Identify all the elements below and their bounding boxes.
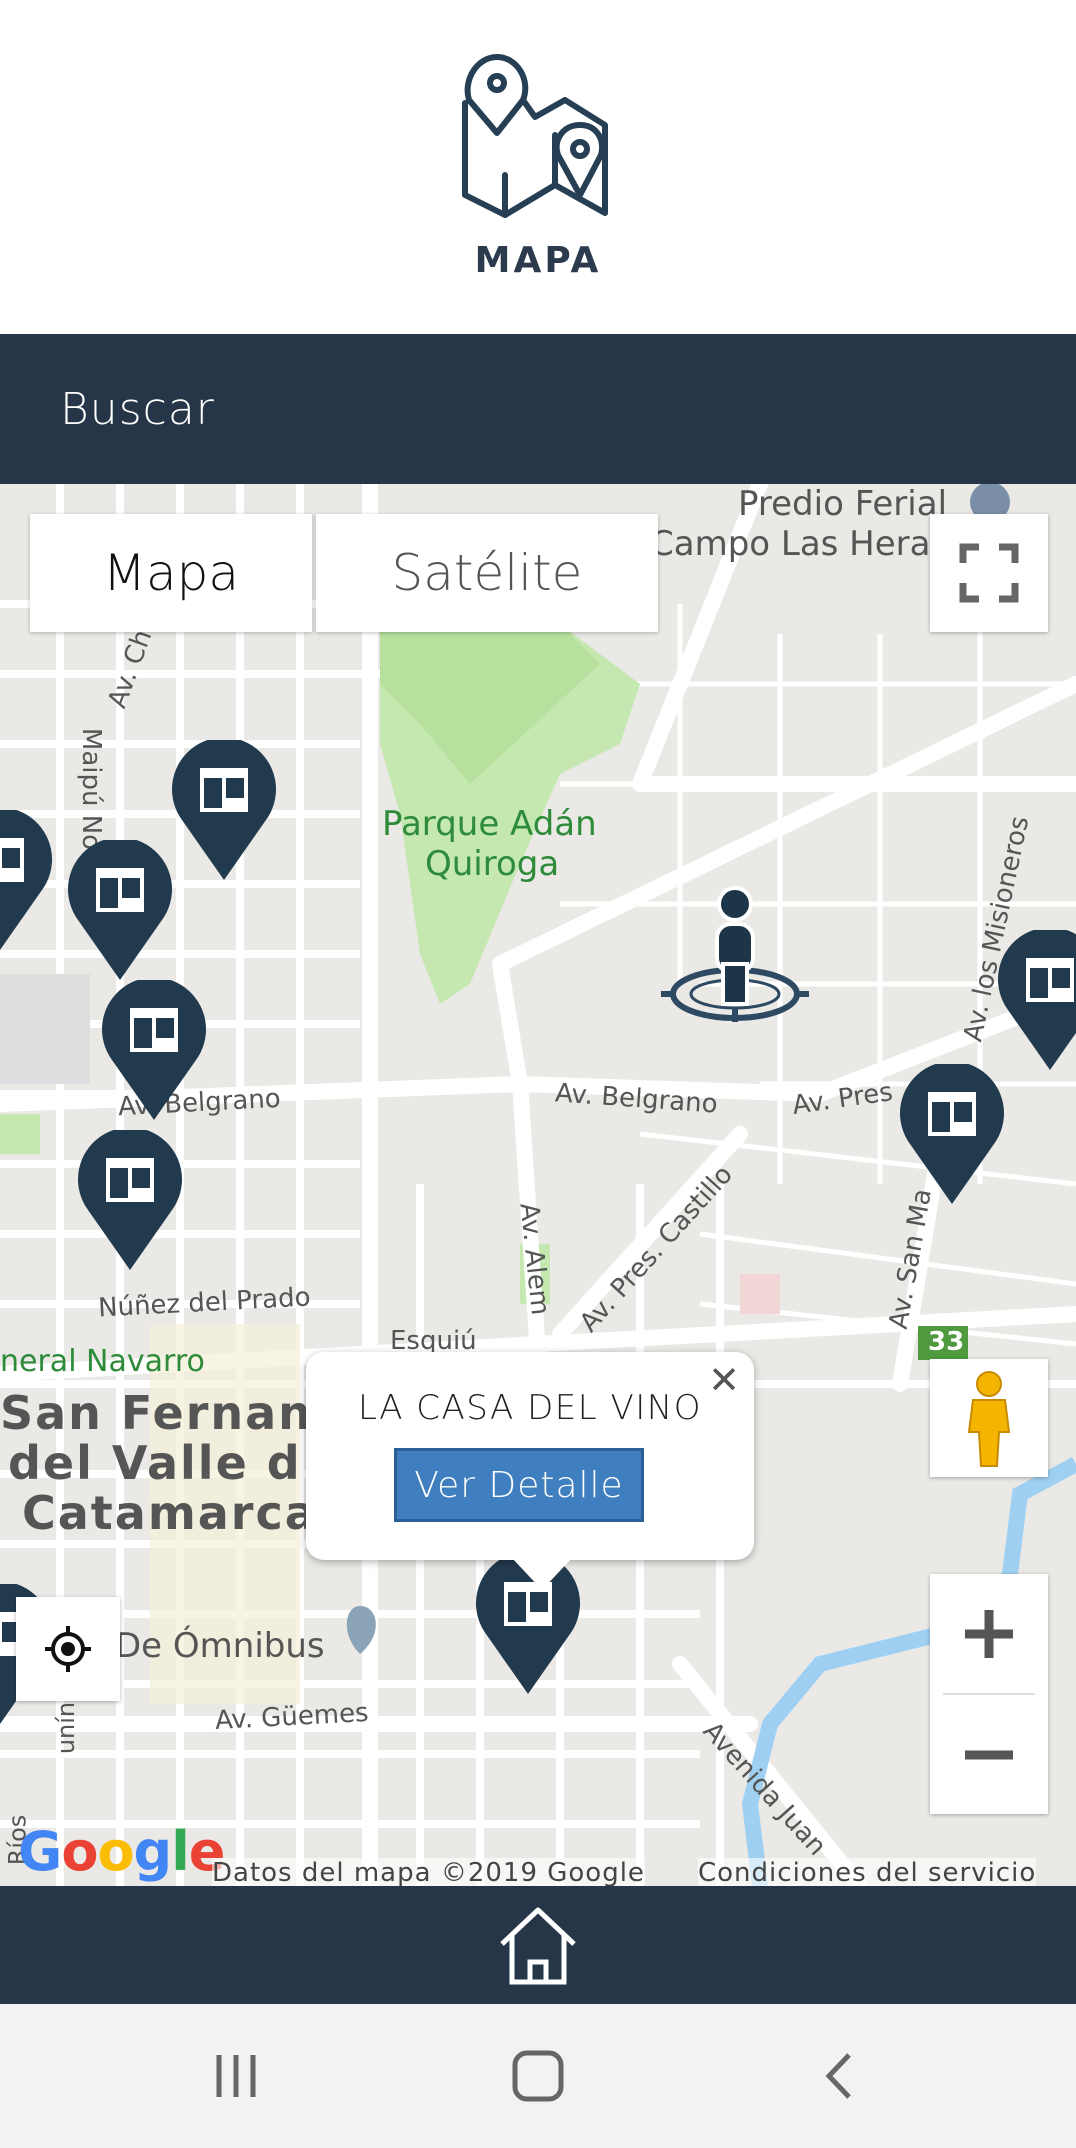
minus-icon	[965, 1750, 1013, 1759]
store-marker[interactable]	[898, 1064, 1006, 1204]
crosshair-icon	[45, 1626, 91, 1672]
store-marker[interactable]	[996, 930, 1076, 1070]
store-marker[interactable]	[76, 1130, 184, 1270]
label-parque-line1: Parque Adán	[382, 804, 597, 844]
my-location-button[interactable]	[16, 1597, 120, 1701]
label-mapu-no: Maipú No	[76, 727, 107, 851]
map-pin-icon	[462, 54, 608, 218]
terms-link[interactable]: Condiciones del servicio	[698, 1858, 1037, 1886]
label-campo-las-heras: Campo Las Heras	[650, 524, 949, 564]
ver-detalle-button[interactable]: Ver Detalle	[394, 1448, 644, 1522]
label-city-line2: del Valle d	[8, 1436, 302, 1490]
pegman-icon	[967, 1371, 1011, 1467]
label-union: unín	[52, 1701, 81, 1755]
info-window: LA CASA DEL VINO ✕ Ver Detalle	[306, 1352, 754, 1560]
fullscreen-button[interactable]	[930, 514, 1048, 632]
zoom-control	[930, 1574, 1048, 1814]
page-title: MAPA	[474, 240, 602, 281]
label-omnibus: De Ómnibus	[115, 1626, 325, 1666]
system-home-icon[interactable]	[498, 2036, 578, 2116]
popup-tail	[512, 1558, 572, 1590]
label-parque-line2: Quiroga	[425, 844, 560, 884]
system-navigation-bar	[0, 2004, 1076, 2148]
zoom-out-button[interactable]	[930, 1695, 1048, 1814]
search-bar[interactable]: Buscar	[0, 334, 1076, 484]
map-data-attribution: Datos del mapa ©2019 Google	[212, 1858, 645, 1886]
header: MAPA	[0, 0, 1076, 334]
fullscreen-icon	[959, 543, 1019, 603]
back-icon[interactable]	[800, 2036, 880, 2116]
street-view-pegman-button[interactable]	[930, 1359, 1048, 1477]
map-type-satellite-button[interactable]: Satélite	[316, 514, 658, 632]
app-screen: MAPA Buscar Predio Ferial Campo Las Hera…	[0, 0, 1076, 2148]
label-predio-ferial: Predio Ferial	[738, 484, 948, 524]
map-view[interactable]: Predio Ferial Campo Las Heras Parque Adá…	[0, 484, 1076, 1886]
zoom-in-button[interactable]	[930, 1574, 1048, 1693]
plus-icon	[965, 1609, 1013, 1658]
label-general-navarro: neral Navarro	[0, 1344, 205, 1379]
recent-apps-icon[interactable]	[196, 2036, 276, 2116]
bottom-nav-bar	[0, 1886, 1076, 2004]
store-marker[interactable]	[100, 980, 208, 1120]
label-city-line1: San Fernanc	[0, 1386, 343, 1440]
store-marker[interactable]	[66, 840, 174, 980]
close-icon[interactable]: ✕	[704, 1358, 744, 1402]
label-city-line3: Catamarca	[22, 1486, 318, 1540]
route-badge: 33	[928, 1327, 965, 1357]
store-marker[interactable]	[170, 740, 278, 880]
store-marker[interactable]	[0, 810, 54, 950]
popup-title: LA CASA DEL VINO	[358, 1388, 702, 1428]
map-type-map-button[interactable]: Mapa	[30, 514, 312, 632]
search-label[interactable]: Buscar	[60, 384, 215, 435]
home-icon[interactable]	[496, 1904, 580, 1988]
google-logo: Google	[18, 1820, 225, 1883]
